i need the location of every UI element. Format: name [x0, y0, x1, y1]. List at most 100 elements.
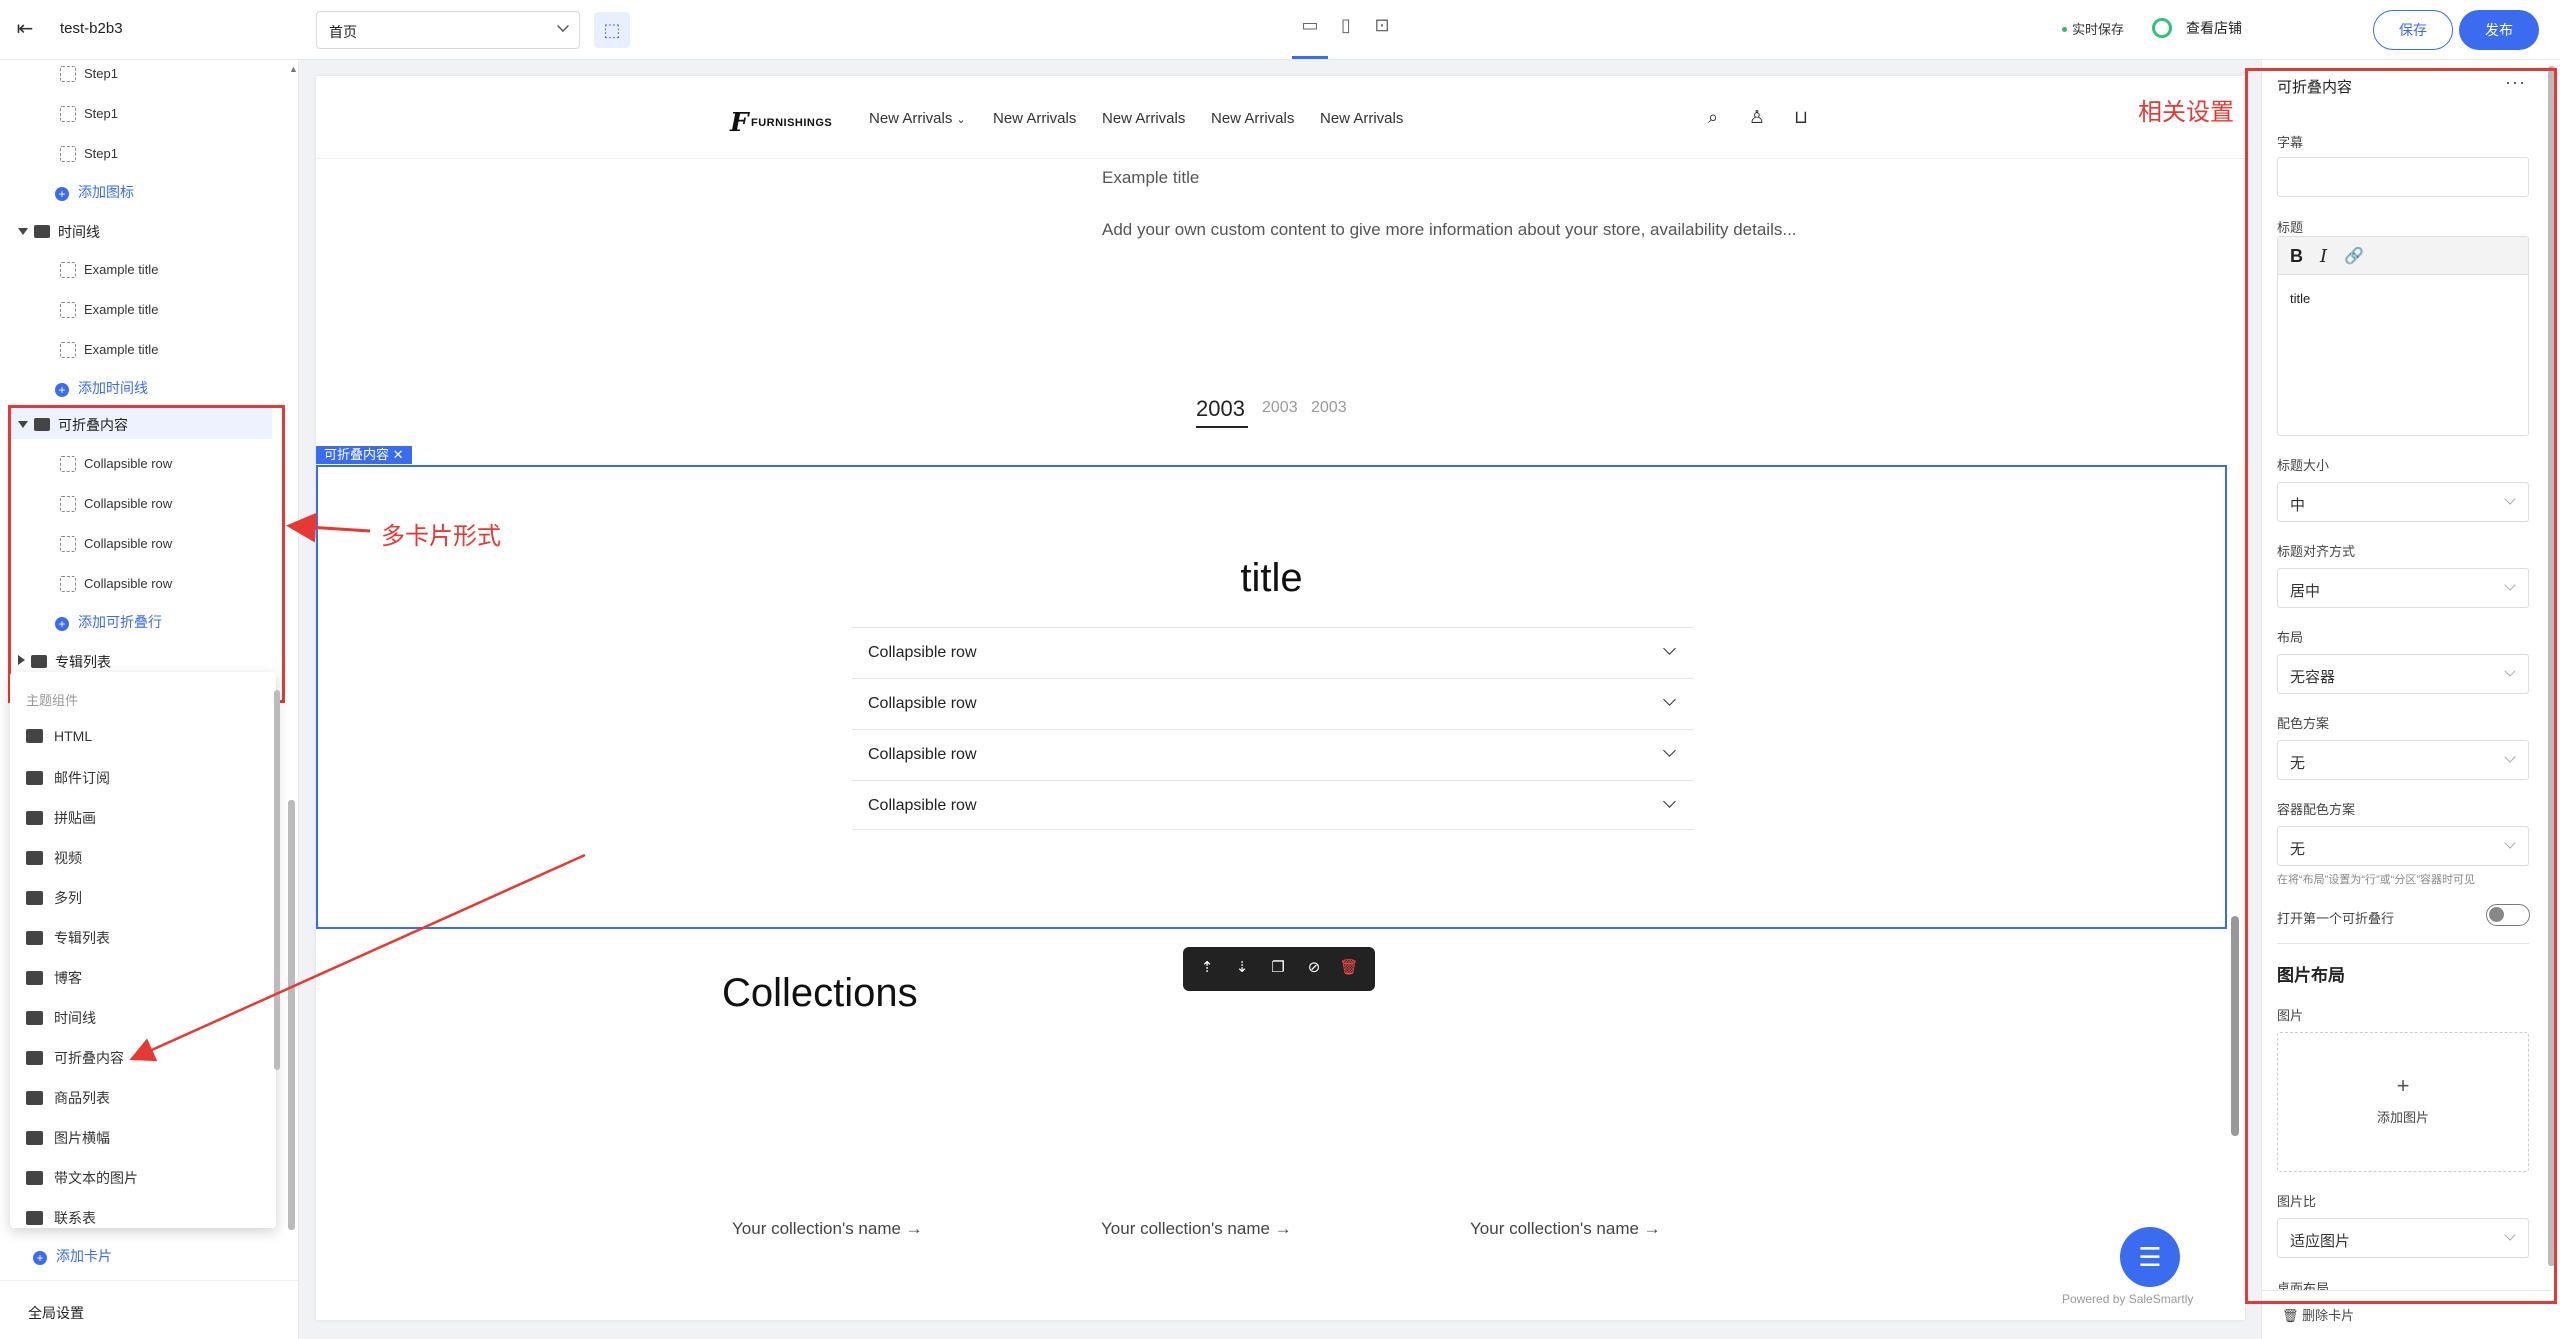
- chevron-down-icon: [557, 20, 569, 32]
- trash-icon: 🗑: [2282, 1308, 2299, 1323]
- block-icon: [60, 342, 76, 358]
- timeline-year[interactable]: 2003: [1262, 399, 1298, 417]
- delete-card-button[interactable]: 🗑 删除卡片: [2282, 1305, 2354, 1324]
- tree-group-timeline[interactable]: 时间线: [18, 222, 100, 242]
- nav-item[interactable]: New Arrivals: [993, 110, 1076, 127]
- plus-icon: +: [33, 1251, 47, 1265]
- canvas-scrollbar[interactable]: [2231, 916, 2239, 1136]
- duplicate-icon[interactable]: ❐: [1268, 958, 1288, 978]
- block-icon: [60, 146, 76, 162]
- section-icon: [26, 811, 43, 825]
- fullscreen-icon[interactable]: ⊡: [1369, 12, 1395, 38]
- component-item[interactable]: 邮件订阅: [26, 768, 110, 788]
- collapsible-row[interactable]: Collapsible row: [852, 678, 1694, 729]
- timeline-year[interactable]: 2003: [1311, 399, 1347, 417]
- blog-icon: [26, 971, 43, 985]
- timeline-body: Add your own custom content to give more…: [1102, 220, 1797, 239]
- component-item[interactable]: 商品列表: [26, 1088, 110, 1108]
- timeline-year-active[interactable]: 2003: [1196, 396, 1245, 422]
- product-icon: [26, 1091, 43, 1105]
- chevron-down-icon: [1663, 795, 1676, 808]
- move-down-icon[interactable]: ⇣: [1232, 958, 1252, 978]
- publish-button[interactable]: 发布: [2459, 10, 2539, 50]
- store-icon: [2152, 18, 2172, 38]
- component-item[interactable]: 视频: [26, 848, 82, 868]
- mail-icon: [26, 771, 43, 785]
- move-up-icon[interactable]: ⇡: [1197, 958, 1217, 978]
- collapsible-row[interactable]: Collapsible row: [852, 780, 1694, 831]
- block-icon: [60, 302, 76, 318]
- account-icon[interactable]: ♙: [1746, 106, 1768, 128]
- chevron-down-icon: ⌄: [956, 114, 966, 126]
- chevron-down-icon: [1663, 693, 1676, 706]
- scroll-up-icon[interactable]: ▲: [289, 64, 298, 74]
- popup-scrollbar[interactable]: [274, 690, 280, 1070]
- collection-link[interactable]: Your collection's name →: [732, 1219, 923, 1239]
- add-timeline-button[interactable]: + 添加时间线: [55, 378, 148, 398]
- plus-icon: +: [55, 383, 69, 397]
- page-select[interactable]: 首页: [316, 11, 580, 49]
- caret-down-icon: [18, 228, 28, 235]
- close-icon[interactable]: ✕: [393, 447, 404, 462]
- popup-header: 主题组件: [26, 693, 79, 708]
- chevron-down-icon: [1663, 744, 1676, 757]
- year-underline: [1196, 426, 1248, 428]
- view-store-link[interactable]: 查看店铺: [2186, 18, 2242, 38]
- component-item[interactable]: 博客: [26, 968, 82, 988]
- component-item[interactable]: HTML: [26, 728, 92, 744]
- logo-mark-icon: F: [730, 108, 749, 138]
- collection-link[interactable]: Your collection's name →: [1101, 1219, 1292, 1239]
- nav-item[interactable]: New Arrivals ⌄: [869, 110, 966, 127]
- component-item[interactable]: 专辑列表: [26, 928, 110, 948]
- component-item[interactable]: 带文本的图片: [26, 1168, 138, 1188]
- block-icon: [60, 66, 76, 82]
- component-item[interactable]: 拼贴画: [26, 808, 96, 828]
- exit-icon[interactable]: ⇤: [12, 16, 38, 42]
- tablet-icon[interactable]: ▯: [1333, 12, 1359, 38]
- top-bar: ⇤ test-b2b3 首页 ⬚ ▭ ▯ ⊡ 实时保存 查看店铺 保存 发布: [0, 0, 2560, 60]
- device-active-indicator: [1292, 56, 1328, 59]
- global-settings[interactable]: 全局设置: [28, 1303, 84, 1323]
- collapsible-row[interactable]: Collapsible row: [852, 627, 1694, 678]
- component-item[interactable]: 联系表: [26, 1208, 96, 1228]
- status-dot: [2062, 27, 2067, 32]
- component-popup: 主题组件 HTML 邮件订阅 拼贴画 视频 多列 专辑列表 博客 时间线 可折叠…: [10, 672, 280, 1228]
- section-label-tag[interactable]: 可折叠内容 ✕: [316, 446, 412, 464]
- header-divider: [316, 158, 2245, 159]
- component-item[interactable]: 可折叠内容: [26, 1048, 124, 1068]
- nav-item[interactable]: New Arrivals: [1320, 110, 1403, 127]
- section-icon: [26, 1131, 43, 1145]
- divider: [0, 1280, 298, 1281]
- chat-icon[interactable]: ☰: [2120, 1227, 2180, 1287]
- preview-canvas: F FURNISHINGS New Arrivals ⌄ New Arrivals…: [316, 76, 2245, 1320]
- hide-icon[interactable]: ⊘: [1304, 958, 1324, 978]
- element-picker-icon[interactable]: ⬚: [594, 12, 630, 48]
- block-icon: [60, 106, 76, 122]
- block-icon: [60, 262, 76, 278]
- cart-icon[interactable]: ⊔: [1790, 106, 1812, 128]
- nav-item[interactable]: New Arrivals: [1102, 110, 1185, 127]
- add-icon-button[interactable]: + 添加图标: [55, 182, 134, 202]
- timeline-title: Example title: [1102, 168, 1200, 187]
- search-icon[interactable]: ⌕: [1702, 106, 1724, 128]
- desktop-icon[interactable]: ▭: [1297, 12, 1323, 38]
- section-icon: [34, 225, 50, 238]
- chevron-down-icon: [1663, 642, 1676, 655]
- component-item[interactable]: 图片横幅: [26, 1128, 110, 1148]
- nav-item[interactable]: New Arrivals: [1211, 110, 1294, 127]
- annotation-multi-card: 多卡片形式: [381, 523, 501, 550]
- collection-link[interactable]: Your collection's name →: [1470, 1219, 1661, 1239]
- delete-icon[interactable]: 🗑: [1339, 958, 1359, 978]
- save-button[interactable]: 保存: [2373, 10, 2453, 50]
- section-icon: [26, 891, 43, 905]
- page-select-value: 首页: [329, 24, 357, 40]
- plus-icon: +: [55, 187, 69, 201]
- store-logo[interactable]: F FURNISHINGS: [730, 108, 832, 138]
- component-item[interactable]: 多列: [26, 888, 82, 908]
- left-scrollbar[interactable]: [288, 800, 295, 1230]
- collapsible-row[interactable]: Collapsible row: [852, 729, 1694, 780]
- add-card-button[interactable]: + 添加卡片: [33, 1246, 112, 1266]
- section-icon: [26, 729, 43, 743]
- component-item[interactable]: 时间线: [26, 1008, 96, 1028]
- collection-icon: [26, 931, 43, 945]
